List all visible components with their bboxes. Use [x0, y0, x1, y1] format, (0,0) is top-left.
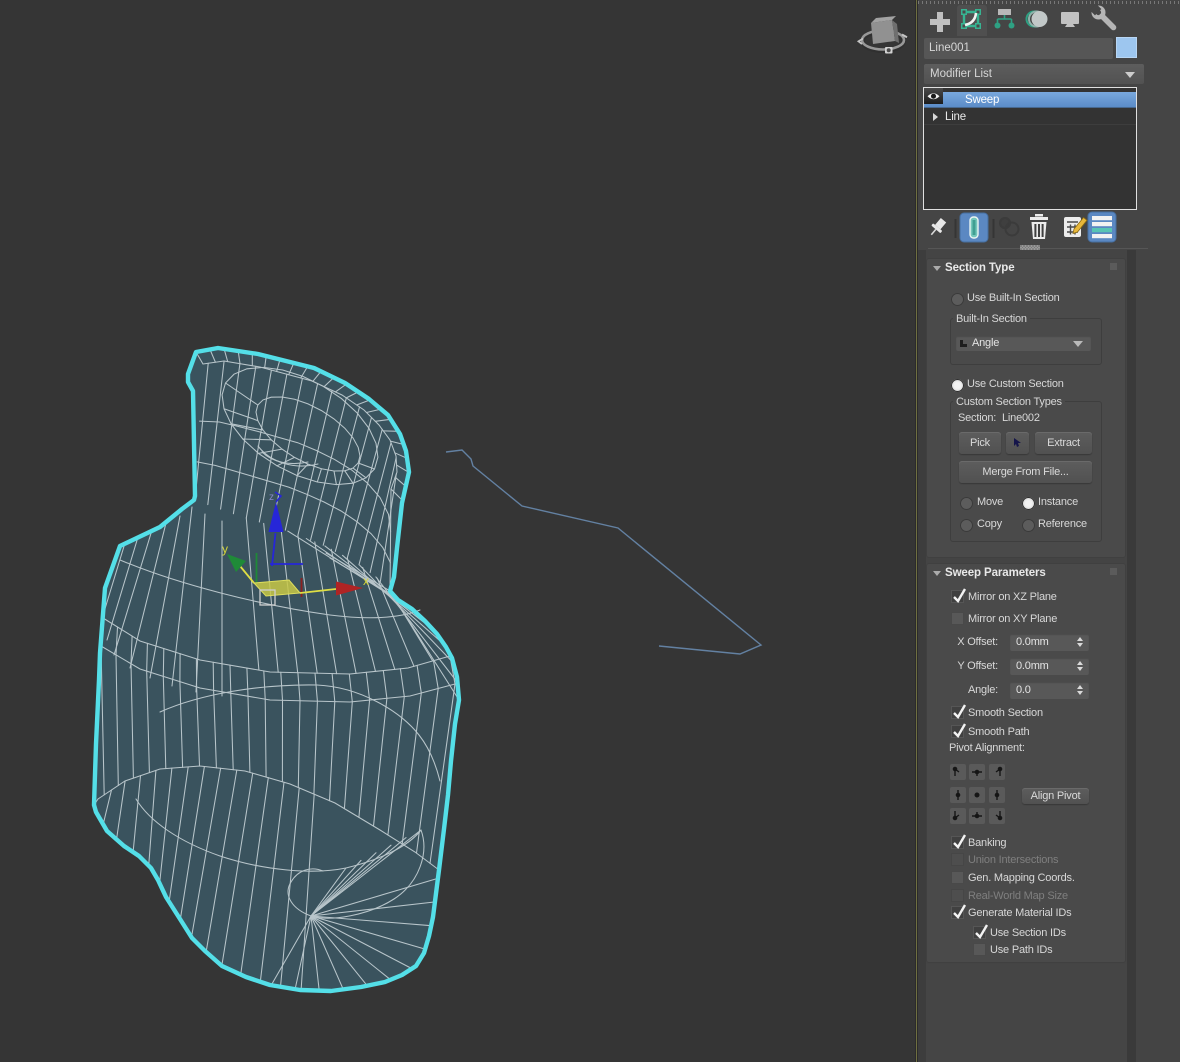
- svg-text:y: y: [222, 542, 228, 556]
- svg-text:x: x: [363, 574, 369, 588]
- svg-text:z: z: [269, 492, 274, 503]
